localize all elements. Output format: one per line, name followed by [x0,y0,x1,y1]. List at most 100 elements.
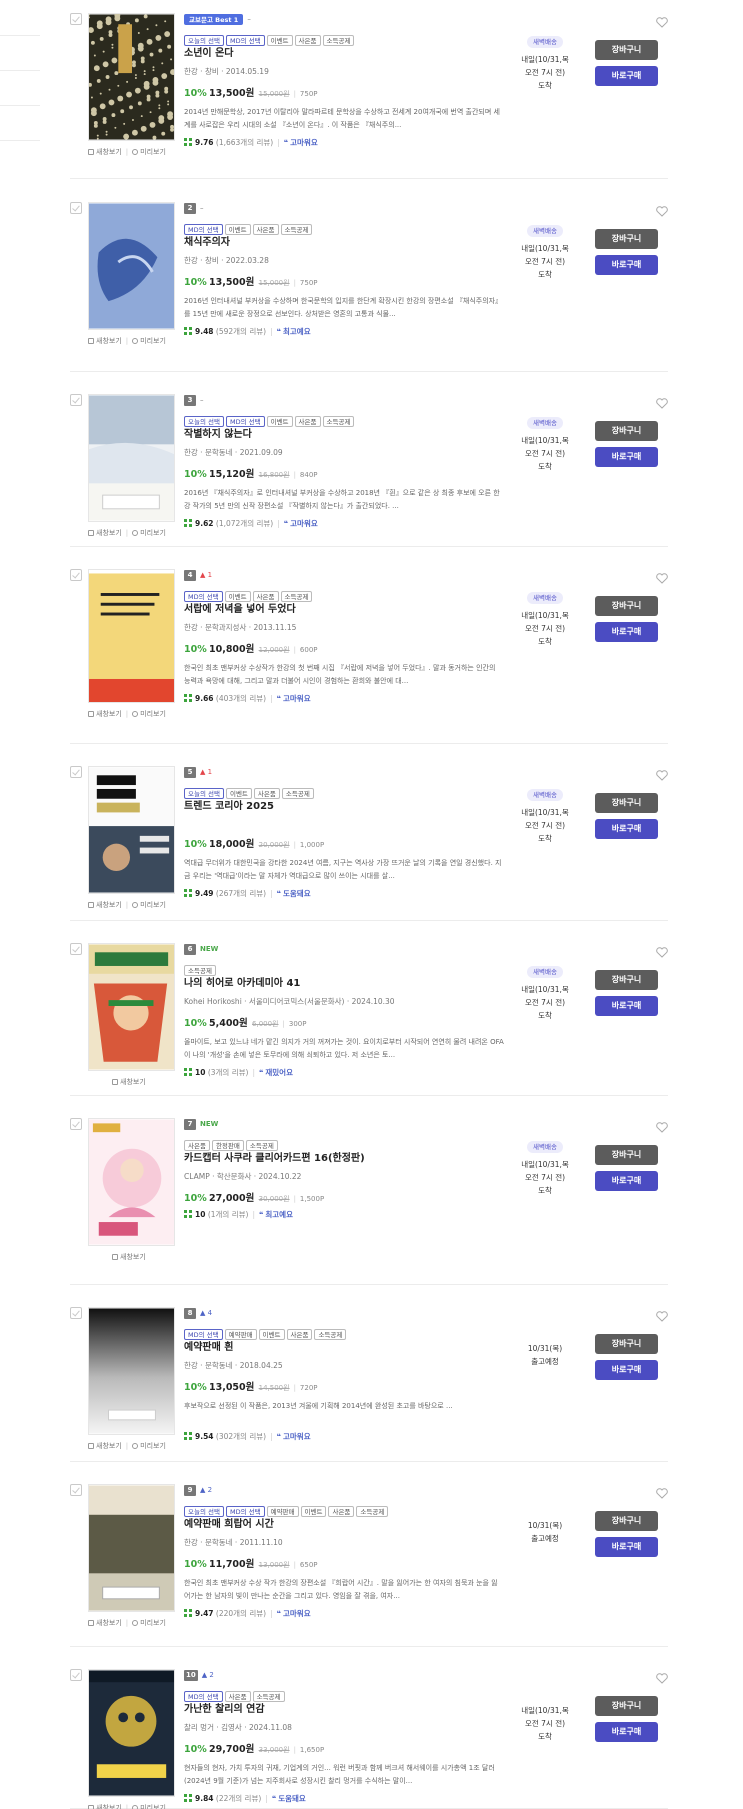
book-cover-image[interactable] [88,13,175,141]
book-description: 2016년 『채식주의자』로 인터내셔널 부커상을 수상하고 2018년 『흰』… [184,489,500,510]
book-title[interactable]: 서랍에 저녁을 넣어 두었다 [184,600,504,615]
review-summary[interactable]: 9.66 (403개의 리뷰) | ❝ 고마워요 [184,693,504,704]
preview-link[interactable]: 미리보기 [132,336,166,346]
heart-icon[interactable] [656,766,668,781]
preview-link[interactable]: 미리보기 [132,709,166,719]
book-cover-image[interactable] [88,766,175,894]
buy-now-button[interactable]: 바로구매 [595,447,658,467]
add-to-cart-button[interactable]: 장바구니 [595,421,658,441]
add-to-cart-button[interactable]: 장바구니 [595,1696,658,1716]
book-title[interactable]: 트렌드 코리아 2025 [184,797,504,812]
review-summary[interactable]: 10 (3개의 리뷰) | ❝ 재밌어요 [184,1067,504,1078]
preview-link[interactable]: 미리보기 [132,900,166,910]
best-badge: 교보문고 Best 1 [184,13,244,25]
add-to-cart-button[interactable]: 장바구니 [595,40,658,60]
add-to-cart-button[interactable]: 장바구니 [595,1145,658,1165]
buy-now-button[interactable]: 바로구매 [595,1722,658,1742]
new-window-link[interactable]: 새창보기 [88,1441,122,1451]
review-summary[interactable]: 9.48 (592개의 리뷰) | ❝ 최고예요 [184,326,504,337]
book-cover-image[interactable] [88,394,175,522]
book-title[interactable]: 나의 히어로 아카데미아 41 [184,974,504,989]
book-cover-image[interactable] [88,202,175,330]
heart-icon[interactable] [656,13,668,28]
rank-line: 8 ▲ 4 [184,1307,504,1319]
book-cover-image[interactable] [88,1669,175,1797]
book-title[interactable]: 예약판매 희랍어 시간 [184,1515,504,1530]
buy-now-button[interactable]: 바로구매 [595,66,658,86]
select-checkbox[interactable] [70,1307,82,1319]
new-window-link[interactable]: 새창보기 [112,1252,146,1262]
select-checkbox[interactable] [70,766,82,778]
buy-now-button[interactable]: 바로구매 [595,622,658,642]
buy-now-button[interactable]: 바로구매 [595,819,658,839]
quote-icon: ❝ [276,1432,281,1441]
preview-link[interactable]: 미리보기 [132,147,166,157]
add-to-cart-button[interactable]: 장바구니 [595,1334,658,1354]
buy-now-button[interactable]: 바로구매 [595,1171,658,1191]
select-checkbox[interactable] [70,394,82,406]
heart-icon[interactable] [656,943,668,958]
heart-icon[interactable] [656,202,668,217]
new-window-link[interactable]: 새창보기 [88,528,122,538]
book-cover-image[interactable] [88,1118,175,1246]
add-to-cart-button[interactable]: 장바구니 [595,229,658,249]
book-title[interactable]: 가난한 찰리의 연감 [184,1700,504,1715]
heart-icon[interactable] [656,394,668,409]
buy-now-button[interactable]: 바로구매 [595,255,658,275]
book-title[interactable]: 소년이 온다 [184,44,504,59]
new-window-icon [88,1805,94,1809]
review-summary[interactable]: 9.54 (302개의 리뷰) | ❝ 고마워요 [184,1431,504,1442]
new-window-link[interactable]: 새창보기 [88,1803,122,1809]
select-checkbox[interactable] [70,1118,82,1130]
select-checkbox[interactable] [70,13,82,25]
new-window-link[interactable]: 새창보기 [88,147,122,157]
preview-link[interactable]: 미리보기 [132,1618,166,1628]
link-divider: | [125,710,129,718]
new-window-link[interactable]: 새창보기 [88,900,122,910]
book-cover-image[interactable] [88,943,175,1071]
select-checkbox[interactable] [70,1484,82,1496]
preview-link[interactable]: 미리보기 [132,528,166,538]
select-checkbox[interactable] [70,943,82,955]
preview-link[interactable]: 미리보기 [132,1441,166,1451]
dawn-delivery-badge: 새벽배송 [527,789,563,801]
new-window-link[interactable]: 새창보기 [88,336,122,346]
review-summary[interactable]: 9.84 (22개의 리뷰) | ❝ 도움돼요 [184,1793,504,1804]
preview-link[interactable]: 미리보기 [132,1803,166,1809]
buy-now-button[interactable]: 바로구매 [595,1537,658,1557]
new-window-link[interactable]: 새창보기 [112,1077,146,1087]
select-checkbox[interactable] [70,202,82,214]
heart-icon[interactable] [656,569,668,584]
add-to-cart-button[interactable]: 장바구니 [595,1511,658,1531]
new-window-link[interactable]: 새창보기 [88,709,122,719]
select-checkbox[interactable] [70,1669,82,1681]
review-summary[interactable]: 9.62 (1,072개의 리뷰) | ❝ 고마워요 [184,518,504,529]
buy-now-button[interactable]: 바로구매 [595,996,658,1016]
heart-icon[interactable] [656,1669,668,1684]
book-cover-image[interactable] [88,569,175,703]
heart-icon[interactable] [656,1118,668,1133]
book-title[interactable]: 예약판매 흰 [184,1338,504,1353]
review-summary[interactable]: 9.76 (1,663개의 리뷰) | ❝ 고마워요 [184,137,504,148]
review-score: 9.47 [195,1609,214,1618]
book-cover-image[interactable] [88,1484,175,1612]
review-summary[interactable]: 10 (1개의 리뷰) | ❝ 최고예요 [184,1209,504,1220]
add-to-cart-button[interactable]: 장바구니 [595,596,658,616]
book-title[interactable]: 작별하지 않는다 [184,425,504,440]
delivery-arrival: 도착 [538,1732,552,1741]
book-title[interactable]: 채식주의자 [184,233,504,248]
add-to-cart-button[interactable]: 장바구니 [595,793,658,813]
select-checkbox[interactable] [70,569,82,581]
dawn-delivery-badge: 새벽배송 [527,36,563,48]
reward-points: 840P [299,471,318,479]
add-to-cart-button[interactable]: 장바구니 [595,970,658,990]
review-summary[interactable]: 9.49 (267개의 리뷰) | ❝ 도움돼요 [184,888,504,899]
heart-icon[interactable] [656,1307,668,1322]
book-cover-image[interactable] [88,1307,175,1435]
book-title[interactable]: 카드캡터 사쿠라 클리어카드편 16(한정판) [184,1149,504,1164]
buy-now-button[interactable]: 바로구매 [595,1360,658,1380]
heart-icon[interactable] [656,1484,668,1499]
new-window-link[interactable]: 새창보기 [88,1618,122,1628]
review-summary[interactable]: 9.47 (220개의 리뷰) | ❝ 고마워요 [184,1608,504,1619]
reward-points: 600P [299,646,318,654]
